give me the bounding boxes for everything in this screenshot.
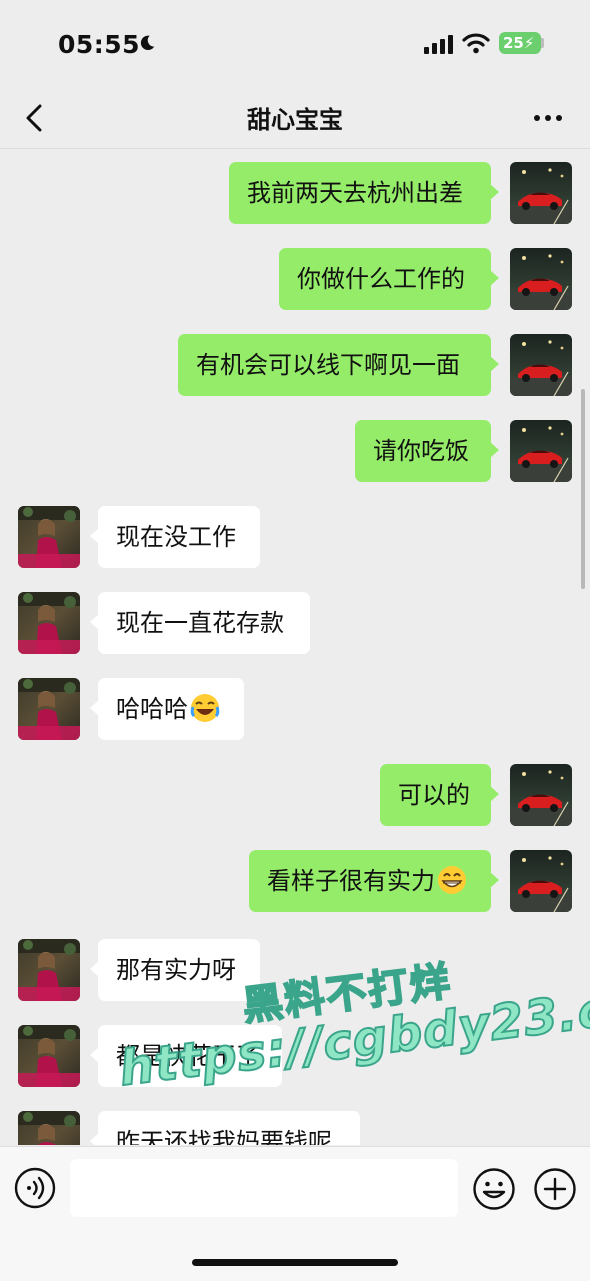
home-indicator[interactable] bbox=[192, 1259, 398, 1266]
message-bubble-received[interactable]: 昨天还找我妈要钱呢 bbox=[90, 1111, 360, 1145]
emoji-icon[interactable] bbox=[472, 1167, 516, 1211]
more-dots-icon[interactable] bbox=[530, 100, 570, 136]
message-bubble-sent[interactable]: 我前两天去杭州出差 bbox=[229, 162, 499, 224]
tears-of-joy-emoji-icon bbox=[190, 693, 220, 723]
contact-avatar[interactable] bbox=[18, 592, 80, 654]
message-bubble-received[interactable]: 哈哈哈 bbox=[90, 678, 244, 740]
message-text: 现在一直花存款 bbox=[116, 609, 284, 637]
message-text: 看样子很有实力 bbox=[267, 867, 435, 895]
message-row: 那有实力呀 bbox=[0, 939, 590, 1001]
signal-icon bbox=[424, 35, 453, 54]
message-row: 现在没工作 bbox=[0, 506, 590, 568]
message-text: 你做什么工作的 bbox=[297, 265, 465, 293]
battery-level: 25 bbox=[503, 34, 524, 52]
message-text: 昨天还找我妈要钱呢 bbox=[116, 1128, 332, 1145]
contact-avatar[interactable] bbox=[18, 678, 80, 740]
message-text: 那有实力呀 bbox=[116, 956, 236, 984]
message-bubble-received[interactable]: 现在没工作 bbox=[90, 506, 260, 568]
battery-cap bbox=[541, 38, 544, 48]
message-bubble-received[interactable]: 现在一直花存款 bbox=[90, 592, 310, 654]
message-row: 请你吃饭 bbox=[0, 420, 590, 482]
message-bubble-sent[interactable]: 你做什么工作的 bbox=[279, 248, 499, 310]
contact-avatar[interactable] bbox=[18, 506, 80, 568]
my-avatar[interactable] bbox=[510, 420, 572, 482]
message-row: 都是快花干了 bbox=[0, 1025, 590, 1087]
chat-header: 甜心宝宝 bbox=[0, 88, 590, 149]
scrollbar[interactable] bbox=[581, 389, 585, 589]
battery-indicator: 25⚡ bbox=[499, 32, 541, 54]
message-row: 哈哈哈 bbox=[0, 678, 590, 740]
contact-avatar[interactable] bbox=[18, 1025, 80, 1087]
message-text: 请你吃饭 bbox=[373, 437, 469, 465]
my-avatar[interactable] bbox=[510, 850, 572, 912]
message-bubble-sent[interactable]: 有机会可以线下啊见一面 bbox=[178, 334, 499, 396]
contact-avatar[interactable] bbox=[18, 1111, 80, 1145]
message-text: 现在没工作 bbox=[116, 523, 236, 551]
message-bubble-sent[interactable]: 请你吃饭 bbox=[355, 420, 499, 482]
message-text: 可以的 bbox=[398, 781, 470, 809]
my-avatar[interactable] bbox=[510, 764, 572, 826]
message-text: 有机会可以线下啊见一面 bbox=[196, 351, 460, 379]
message-text: 都是快花干了 bbox=[116, 1042, 260, 1070]
my-avatar[interactable] bbox=[510, 334, 572, 396]
moon-icon bbox=[140, 35, 155, 51]
status-bar: 05:55 25⚡ bbox=[0, 0, 590, 88]
message-bubble-sent[interactable]: 可以的 bbox=[380, 764, 499, 826]
contact-avatar[interactable] bbox=[18, 939, 80, 1001]
message-text: 我前两天去杭州出差 bbox=[247, 179, 463, 207]
message-row: 昨天还找我妈要钱呢 bbox=[0, 1111, 590, 1145]
chat-title: 甜心宝宝 bbox=[247, 106, 343, 134]
plus-icon[interactable] bbox=[533, 1167, 577, 1211]
message-bubble-received[interactable]: 都是快花干了 bbox=[90, 1025, 282, 1087]
input-bar bbox=[0, 1146, 590, 1281]
message-row: 看样子很有实力 bbox=[0, 850, 590, 912]
message-row: 我前两天去杭州出差 bbox=[0, 162, 590, 224]
message-text: 哈哈哈 bbox=[116, 695, 188, 723]
message-bubble-received[interactable]: 那有实力呀 bbox=[90, 939, 260, 1001]
my-avatar[interactable] bbox=[510, 248, 572, 310]
message-row: 现在一直花存款 bbox=[0, 592, 590, 654]
grinning-emoji-icon bbox=[437, 865, 467, 895]
message-row: 可以的 bbox=[0, 764, 590, 826]
wifi-icon bbox=[462, 33, 490, 54]
my-avatar[interactable] bbox=[510, 162, 572, 224]
message-row: 有机会可以线下啊见一面 bbox=[0, 334, 590, 396]
message-input[interactable] bbox=[70, 1159, 458, 1217]
message-row: 你做什么工作的 bbox=[0, 248, 590, 310]
message-list[interactable]: 我前两天去杭州出差 你做什么工作的 有机会可以线下啊见一面 请你吃饭 现在没工作… bbox=[0, 149, 590, 1145]
message-bubble-sent[interactable]: 看样子很有实力 bbox=[249, 850, 499, 912]
voice-icon[interactable] bbox=[14, 1167, 56, 1209]
status-time: 05:55 bbox=[58, 30, 141, 59]
